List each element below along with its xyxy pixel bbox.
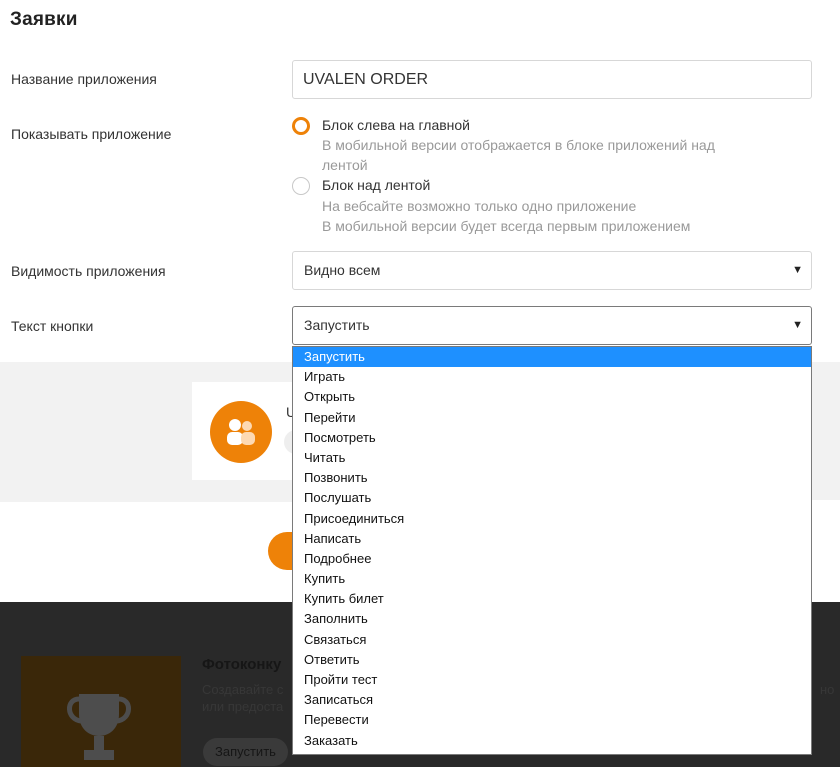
visibility-select-value: Видно всем [304,262,381,278]
app-name-label: Название приложения [11,71,157,87]
show-app-label: Показывать приложение [11,126,172,142]
users-icon [227,419,255,445]
radio-left-block-desc-line1: В мобильной версии отображается в блоке … [322,137,715,153]
dropdown-option[interactable]: Запустить [293,347,811,368]
dropdown-option[interactable]: Купить [293,569,811,589]
radio-above-feed-desc-line1: На вебсайте возможно только одно приложе… [322,198,637,214]
dropdown-option[interactable]: Послушать [293,488,811,508]
radio-above-feed-title: Блок над лентой [322,177,431,193]
page-title: Заявки [10,9,78,30]
radio-left-block[interactable] [292,117,310,135]
dropdown-option[interactable]: Заполнить [293,609,811,629]
button-text-dropdown[interactable]: Запустить Играть Открыть Перейти Посмотреть Ч… [292,346,812,755]
dropdown-option[interactable]: Перевести [293,710,811,730]
visibility-label: Видимость приложения [11,263,166,279]
dropdown-option[interactable]: Подробнее [293,549,811,569]
button-text-select-value: Запустить [304,317,370,333]
dropdown-option[interactable]: Записаться [293,690,811,710]
dropdown-option[interactable]: Написать [293,529,811,549]
dropdown-option[interactable]: Позвонить [293,468,811,488]
dropdown-option[interactable]: Читать [293,448,811,468]
app-name-input[interactable]: UVALEN ORDER [292,60,812,99]
radio-left-block-title: Блок слева на главной [322,117,471,133]
dropdown-option[interactable]: Перейти [293,408,811,428]
dropdown-option[interactable]: Посмотреть [293,428,811,448]
dropdown-option[interactable]: Играть [293,367,811,387]
dropdown-option[interactable]: Заказать [293,731,811,751]
dropdown-option[interactable]: Открыть [293,387,811,407]
radio-left-block-desc-line2: лентой [322,157,368,173]
app-preview-icon [210,401,272,463]
button-text-select[interactable]: Запустить ▼ [292,306,812,345]
dropdown-option[interactable]: Ответить [293,650,811,670]
visibility-select[interactable]: Видно всем ▼ [292,251,812,290]
chevron-down-icon: ▼ [792,264,803,276]
radio-above-feed[interactable] [292,177,310,195]
dropdown-option[interactable]: Связаться [293,630,811,650]
radio-above-feed-desc-line2: В мобильной версии будет всегда первым п… [322,218,691,234]
chevron-down-icon: ▼ [792,319,803,331]
dropdown-option[interactable]: Присоединиться [293,509,811,529]
dropdown-option[interactable]: Пройти тест [293,670,811,690]
button-text-label: Текст кнопки [11,318,94,334]
dropdown-option[interactable]: Купить билет [293,589,811,609]
modal-edge [812,500,840,602]
